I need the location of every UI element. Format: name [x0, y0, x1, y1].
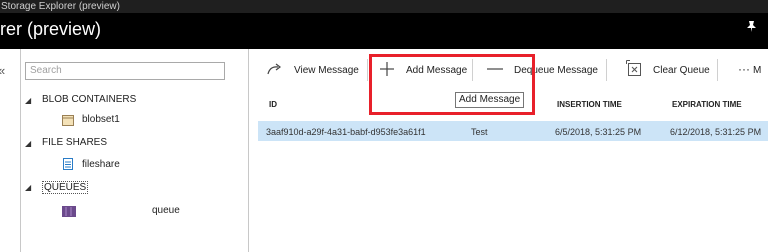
column-header-expiration[interactable]: EXPIRATION TIME [672, 100, 742, 109]
add-message-tooltip: Add Message [455, 92, 525, 108]
more-icon: ··· [738, 62, 750, 76]
pin-icon[interactable] [745, 20, 758, 37]
arrow-icon [267, 63, 281, 75]
explorer-panel: Search ◢ BLOB CONTAINERS blobset1 ◢ FILE… [21, 49, 248, 252]
tree-file-item[interactable]: fileshare [82, 159, 120, 170]
cell-expiration: 6/12/2018, 5:31:25 PM [670, 127, 762, 137]
table-row[interactable]: 3aaf910d-a29f-4a31-babf-d953fe3a61f1 Tes… [258, 121, 768, 141]
column-header-insertion[interactable]: INSERTION TIME [557, 100, 622, 109]
fileshare-icon [62, 157, 74, 170]
cell-insertion: 6/5/2018, 5:31:25 PM [555, 127, 642, 137]
tree-queues[interactable]: QUEUES [42, 181, 89, 194]
divider [367, 59, 368, 81]
cell-text: Test [471, 127, 488, 137]
divider [717, 59, 718, 81]
more-button[interactable]: ··· M [738, 59, 768, 79]
expand-icon[interactable]: ◢ [25, 139, 31, 148]
collapse-icon[interactable]: « [0, 63, 5, 78]
search-input[interactable]: Search [25, 62, 225, 80]
clear-icon [626, 60, 641, 76]
app-title: rer (preview) [0, 19, 102, 39]
divider [606, 59, 607, 81]
clear-queue-button[interactable]: Clear Queue [626, 59, 710, 79]
collapse-panel[interactable]: « [0, 49, 20, 252]
tree-queue-item[interactable]: queue [152, 205, 180, 216]
tree-blob-item[interactable]: blobset1 [82, 114, 120, 125]
title-bar: Storage Explorer (preview) [0, 0, 768, 13]
expand-icon[interactable]: ◢ [25, 183, 31, 192]
tree-blob-containers[interactable]: BLOB CONTAINERS [42, 94, 136, 105]
app-header: rer (preview) [0, 13, 768, 49]
cell-id: 3aaf910d-a29f-4a31-babf-d953fe3a61f1 [266, 127, 426, 137]
queue-icon [62, 204, 76, 217]
expand-icon[interactable]: ◢ [25, 96, 31, 105]
column-header-id[interactable]: ID [269, 100, 277, 109]
view-message-button[interactable]: View Message [267, 59, 359, 79]
window-title: Storage Explorer (preview) [1, 1, 120, 12]
container-icon [62, 113, 74, 126]
tree-file-shares[interactable]: FILE SHARES [42, 137, 107, 148]
